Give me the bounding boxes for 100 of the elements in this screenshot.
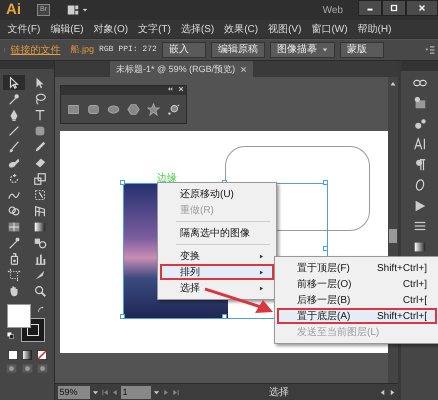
selection-handle[interactable]	[323, 180, 328, 185]
selection-tool-icon[interactable]	[7, 76, 21, 90]
app-logo: Ai	[5, 0, 22, 20]
collapse-icon[interactable]	[166, 86, 172, 92]
menu-item[interactable]: 选择	[160, 280, 274, 296]
close-icon	[417, 3, 427, 13]
status-tool[interactable]: 选择	[269, 385, 289, 400]
gears-icon[interactable]	[412, 116, 426, 130]
annotation-arrow	[204, 288, 273, 313]
image-icon[interactable]	[412, 96, 426, 110]
rounded-rectangle-tool-icon[interactable]	[87, 102, 100, 116]
scale-tool-icon[interactable]	[33, 172, 47, 186]
menu-item[interactable]: 文字(T)	[133, 22, 176, 36]
maximize-icon	[389, 3, 399, 13]
caret-icon[interactable]	[82, 6, 88, 14]
rotate-tool-icon[interactable]	[7, 172, 21, 186]
next-page-icon[interactable]	[162, 389, 170, 396]
menu-item[interactable]: 隔离选中的图像	[160, 225, 274, 241]
menu-item[interactable]: 还原移动(U)	[160, 186, 274, 202]
menu-item[interactable]: 后移一层(B) Ctrl+[	[277, 292, 437, 308]
minimize-button[interactable]	[358, 0, 382, 16]
menu-item[interactable]: 帮助(H)	[352, 22, 396, 36]
mesh-tool-icon[interactable]	[7, 220, 21, 234]
menu-item[interactable]: 前移一层(O) Ctrl+]	[277, 276, 437, 292]
type-tool-icon[interactable]	[33, 108, 47, 122]
gradient-tool-icon[interactable]	[33, 220, 47, 234]
menu-item[interactable]: 排列	[160, 264, 274, 280]
pencil-icon[interactable]	[33, 140, 47, 154]
menu-item[interactable]: 置于底层(A) Shift+Ctrl+[	[277, 308, 437, 324]
eyedropper-icon[interactable]	[7, 236, 21, 250]
submenu-arrow-icon	[259, 268, 264, 276]
menu-item[interactable]: 变换	[160, 248, 274, 264]
rectangle-tool-icon[interactable]	[67, 102, 80, 116]
menu-item[interactable]: 窗口(W)	[306, 22, 353, 36]
rounded-rectangle-icon[interactable]	[33, 124, 47, 138]
selection-handle[interactable]	[222, 314, 227, 319]
character-icon[interactable]	[412, 137, 426, 151]
menu-item[interactable]: 编辑(E)	[45, 22, 89, 36]
color-mode: RGB	[99, 44, 114, 56]
dropdown-caret-icon	[322, 47, 328, 53]
previous-page-icon[interactable]	[111, 389, 118, 396]
star-tool-icon[interactable]	[147, 102, 160, 116]
toolbar-button[interactable]: 图像描摹	[270, 42, 335, 58]
dropdown-caret-icon[interactable]	[153, 389, 160, 396]
menu-item[interactable]: 视图(V)	[263, 22, 306, 36]
line-tool-icon[interactable]	[7, 124, 21, 138]
column-graph-icon[interactable]	[33, 252, 47, 266]
toolbar-button[interactable]: 编辑原稿	[210, 42, 265, 58]
last-page-icon[interactable]	[172, 389, 179, 396]
workspace-switcher[interactable]: Web	[322, 2, 343, 18]
menu-item[interactable]: 文件(F)	[2, 22, 46, 36]
submenu-arrow-icon	[259, 252, 264, 260]
file-name: 船.jpg	[70, 43, 94, 56]
play-icon[interactable]	[412, 198, 426, 212]
zoom-tool-icon[interactable]	[33, 284, 47, 298]
selection-handle[interactable]	[120, 314, 125, 319]
dropdown-caret-icon[interactable]	[92, 389, 99, 396]
close-icon[interactable]	[240, 66, 248, 72]
zoom-field[interactable]: 59%	[58, 386, 90, 399]
swap-arrow-icon[interactable]	[37, 306, 45, 314]
toolbar-button[interactable]: 蒙版	[340, 42, 384, 58]
selection-handle[interactable]	[120, 180, 125, 185]
polygon-tool-icon[interactable]	[127, 102, 140, 116]
lasso-icon[interactable]	[33, 92, 47, 106]
close-button[interactable]	[406, 0, 438, 16]
magic-wand-icon[interactable]	[7, 92, 21, 106]
linked-file-link[interactable]: 链接的文件	[10, 42, 60, 58]
gradient-panel-icon[interactable]	[412, 240, 426, 254]
flare-tool-icon[interactable]	[167, 102, 180, 116]
color-mode-icon[interactable]	[6, 348, 18, 360]
lines-icon[interactable]	[412, 219, 426, 233]
scrollbar-thumb[interactable]	[389, 229, 397, 243]
toolbar-button[interactable]: 嵌入	[162, 42, 206, 58]
none-mode-icon[interactable]	[36, 348, 48, 360]
default-colors-icon[interactable]	[7, 332, 14, 339]
perspective-grid-icon[interactable]	[33, 204, 47, 218]
maximize-button[interactable]	[382, 0, 406, 16]
document-title: 未标题-1* @ 59% (RGB/预览)	[116, 63, 236, 76]
gradient-mode-icon[interactable]	[21, 348, 33, 360]
ellipse-tool-icon[interactable]	[107, 102, 120, 116]
blend-tool-icon[interactable]	[33, 236, 47, 250]
first-page-icon[interactable]	[102, 389, 108, 396]
panel-menu-icon[interactable]	[424, 45, 436, 55]
artboard-tool-icon[interactable]	[7, 268, 21, 282]
paintbrush-icon[interactable]	[7, 140, 21, 154]
submenu-arrow-icon	[259, 284, 264, 292]
scroll-right-icon[interactable]	[388, 389, 396, 396]
ppi-value: PPI: 272	[118, 44, 157, 56]
shape-builder-icon[interactable]	[7, 204, 21, 218]
scroll-up-icon[interactable]	[389, 80, 397, 88]
selection-handle[interactable]	[323, 246, 328, 251]
free-transform-icon[interactable]	[33, 188, 47, 202]
menu-item[interactable]: 对象(O)	[88, 22, 134, 36]
menu-item[interactable]: 置于顶层(F) Shift+Ctrl+]	[277, 260, 437, 276]
menu-item[interactable]: 选择(S)	[176, 22, 220, 36]
close-icon[interactable]	[178, 86, 184, 92]
document-tab[interactable]: 未标题-1* @ 59% (RGB/预览)	[110, 61, 254, 77]
artboard-field[interactable]: 1	[120, 386, 150, 399]
scroll-left-icon[interactable]	[379, 389, 386, 396]
menu-item[interactable]: 效果(C)	[219, 22, 264, 36]
